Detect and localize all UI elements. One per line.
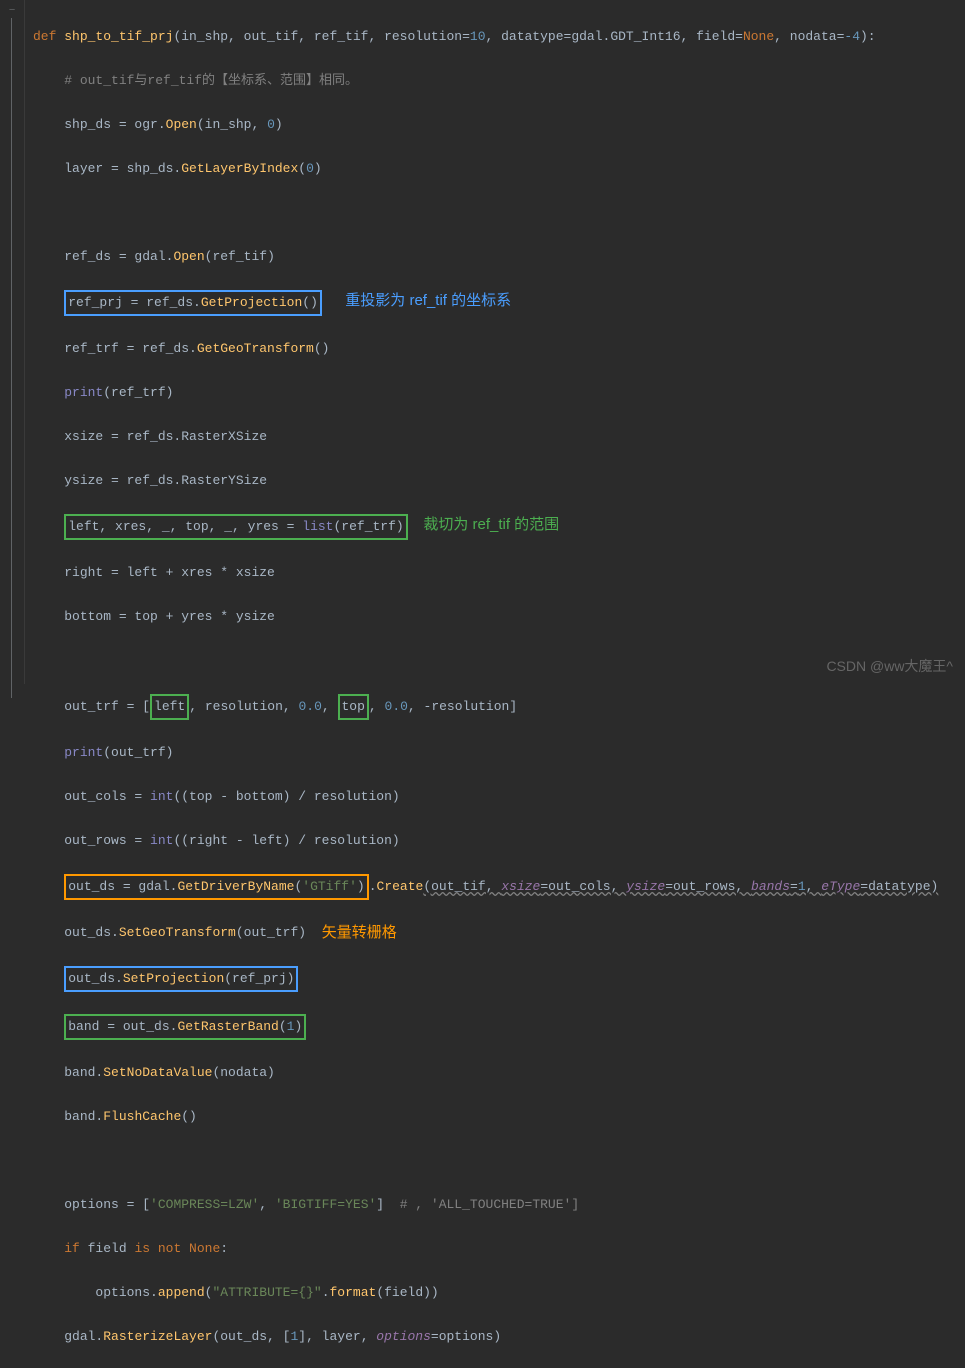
code-line: ref_trf = ref_ds.GetGeoTransform() — [33, 338, 938, 360]
code-line: out_cols = int((top - bottom) / resoluti… — [33, 786, 938, 808]
highlighted-line-green: left, xres, _, top, _, yres = list(ref_t… — [64, 514, 407, 540]
gutter: − — [0, 0, 25, 684]
code-line: bottom = top + yres * ysize — [33, 606, 938, 628]
code-editor: − def shp_to_tif_prj(in_shp, out_tif, re… — [0, 0, 965, 684]
annotation-blue: 重投影为 ref_tif 的坐标系 — [345, 290, 511, 312]
code-line: print(ref_trf) — [33, 382, 938, 404]
highlighted-var: top — [338, 694, 369, 720]
code-line — [33, 650, 938, 672]
code-line: ref_ds = gdal.Open(ref_tif) — [33, 246, 938, 268]
code-line: band.SetNoDataValue(nodata) — [33, 1062, 938, 1084]
code-line: xsize = ref_ds.RasterXSize — [33, 426, 938, 448]
highlighted-line-orange: out_ds = gdal.GetDriverByName('GTiff') — [64, 874, 368, 900]
highlighted-line-blue: ref_prj = ref_ds.GetProjection() — [64, 290, 322, 316]
annotation-green: 裁切为 ref_tif 的范围 — [423, 514, 559, 536]
collapse-toggle[interactable]: − — [0, 4, 24, 18]
code-line: out_ds.SetProjection(ref_prj) — [33, 966, 938, 992]
annotation-orange: 矢量转栅格 — [322, 922, 397, 944]
highlighted-line-green: band = out_ds.GetRasterBand(1) — [64, 1014, 306, 1040]
code-line — [33, 202, 938, 224]
code-line: options = ['COMPRESS=LZW', 'BIGTIFF=YES'… — [33, 1194, 938, 1216]
code-line: options.append("ATTRIBUTE={}".format(fie… — [33, 1282, 938, 1304]
code-line: out_ds = gdal.GetDriverByName('GTiff').C… — [33, 874, 938, 900]
code-line — [33, 1150, 938, 1172]
code-line: shp_ds = ogr.Open(in_shp, 0) — [33, 114, 938, 136]
code-line: out_ds.SetGeoTransform(out_trf) 矢量转栅格 — [33, 922, 938, 944]
code-line: band = out_ds.GetRasterBand(1) — [33, 1014, 938, 1040]
code-line: ref_prj = ref_ds.GetProjection() 重投影为 re… — [33, 290, 938, 316]
code-line: right = left + xres * xsize — [33, 562, 938, 584]
code-line: def shp_to_tif_prj(in_shp, out_tif, ref_… — [33, 26, 938, 48]
code-line: left, xres, _, top, _, yres = list(ref_t… — [33, 514, 938, 540]
code-line: layer = shp_ds.GetLayerByIndex(0) — [33, 158, 938, 180]
highlighted-var: left — [150, 694, 189, 720]
code-line: # out_tif与ref_tif的【坐标系、范围】相同。 — [33, 70, 938, 92]
code-line: out_trf = [left, resolution, 0.0, top, 0… — [33, 694, 938, 720]
highlighted-line-blue: out_ds.SetProjection(ref_prj) — [64, 966, 298, 992]
code-line: if field is not None: — [33, 1238, 938, 1260]
watermark: CSDN @ww大魔王^ — [826, 656, 953, 676]
code-line: out_rows = int((right - left) / resoluti… — [33, 830, 938, 852]
code-line: ysize = ref_ds.RasterYSize — [33, 470, 938, 492]
code-area[interactable]: def shp_to_tif_prj(in_shp, out_tif, ref_… — [25, 0, 938, 684]
code-line: print(out_trf) — [33, 742, 938, 764]
code-line: band.FlushCache() — [33, 1106, 938, 1128]
code-line: gdal.RasterizeLayer(out_ds, [1], layer, … — [33, 1326, 938, 1348]
